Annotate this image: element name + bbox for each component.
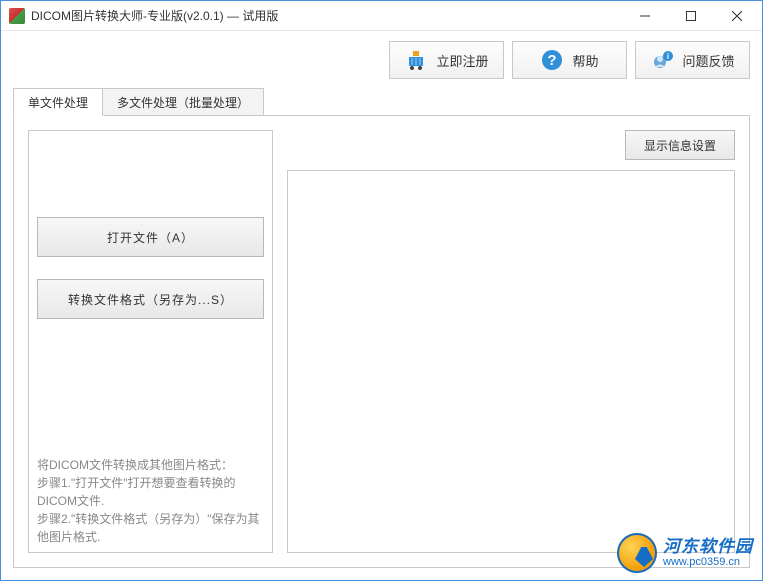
help-icon: ? <box>540 48 564 72</box>
register-label: 立即注册 <box>436 51 488 70</box>
help-button[interactable]: ? 帮助 <box>512 41 627 79</box>
preview-panel <box>287 170 735 553</box>
convert-file-button[interactable]: 转换文件格式（另存为...S） <box>37 279 264 319</box>
window-controls <box>622 2 760 30</box>
feedback-icon: i <box>650 48 674 72</box>
display-settings-button[interactable]: 显示信息设置 <box>625 130 735 160</box>
help-label: 帮助 <box>572 51 598 70</box>
tab-single-file[interactable]: 单文件处理 <box>13 88 103 116</box>
minimize-icon <box>640 11 650 21</box>
tab-batch-file[interactable]: 多文件处理（批量处理） <box>102 88 264 115</box>
tab-content: 打开文件（A） 转换文件格式（另存为...S） 将DICOM文件转换成其他图片格… <box>13 115 750 568</box>
close-icon <box>732 11 742 21</box>
app-icon <box>9 8 25 24</box>
cart-icon <box>404 48 428 72</box>
svg-text:i: i <box>667 52 669 61</box>
tabs: 单文件处理 多文件处理（批量处理） <box>1 89 762 115</box>
window-title: DICOM图片转换大师-专业版(v2.0.1) — 试用版 <box>31 7 622 24</box>
titlebar: DICOM图片转换大师-专业版(v2.0.1) — 试用版 <box>1 1 762 31</box>
content-layout: 打开文件（A） 转换文件格式（另存为...S） 将DICOM文件转换成其他图片格… <box>28 130 735 553</box>
feedback-label: 问题反馈 <box>682 51 734 70</box>
app-window: DICOM图片转换大师-专业版(v2.0.1) — 试用版 立即注册 ? 帮助 <box>0 0 763 581</box>
maximize-icon <box>686 11 696 21</box>
maximize-button[interactable] <box>668 2 714 30</box>
toolbar: 立即注册 ? 帮助 i 问题反馈 <box>1 31 762 89</box>
instructions-line2: 步骤1."打开文件"打开想要查看转换的DICOM文件. <box>37 474 264 510</box>
instructions-line3: 步骤2."转换文件格式（另存为）"保存为其他图片格式. <box>37 510 264 546</box>
minimize-button[interactable] <box>622 2 668 30</box>
open-file-button[interactable]: 打开文件（A） <box>37 217 264 257</box>
right-top-bar: 显示信息设置 <box>287 130 735 160</box>
instructions-line1: 将DICOM文件转换成其他图片格式： <box>37 456 264 474</box>
left-panel: 打开文件（A） 转换文件格式（另存为...S） 将DICOM文件转换成其他图片格… <box>28 130 273 553</box>
close-button[interactable] <box>714 2 760 30</box>
svg-text:?: ? <box>548 52 557 69</box>
register-button[interactable]: 立即注册 <box>389 41 504 79</box>
left-column: 打开文件（A） 转换文件格式（另存为...S） 将DICOM文件转换成其他图片格… <box>28 130 273 553</box>
feedback-button[interactable]: i 问题反馈 <box>635 41 750 79</box>
instructions-text: 将DICOM文件转换成其他图片格式： 步骤1."打开文件"打开想要查看转换的DI… <box>37 456 264 546</box>
right-column: 显示信息设置 <box>287 130 735 553</box>
